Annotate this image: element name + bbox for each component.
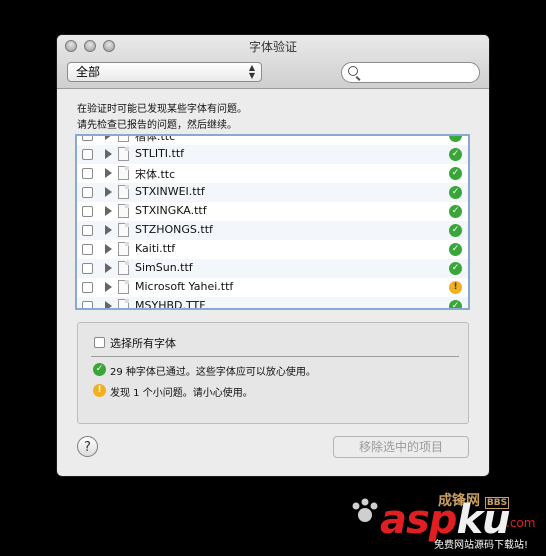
font-row[interactable]: MSYHBD.TTF ✓ — [77, 297, 468, 310]
font-row-checkbox[interactable] — [82, 149, 93, 160]
checkmark-icon: ✓ — [449, 148, 462, 161]
font-row-checkbox[interactable] — [82, 168, 93, 179]
search-icon — [348, 66, 358, 76]
font-row-checkbox[interactable] — [82, 136, 93, 141]
disclosure-triangle-icon[interactable] — [105, 301, 112, 308]
checkmark-icon: ✓ — [449, 136, 462, 142]
checkmark-icon: ✓ — [449, 300, 462, 308]
font-row-checkbox[interactable] — [82, 244, 93, 255]
title-bar: 字体验证 全部 ▲ ▼ — [57, 35, 489, 89]
font-row-checkbox[interactable] — [82, 282, 93, 293]
search-field[interactable] — [341, 62, 480, 83]
font-row[interactable]: STLITI.ttf ✓ — [77, 145, 468, 164]
font-row-checkbox[interactable] — [82, 301, 93, 308]
disclosure-triangle-icon[interactable] — [105, 136, 112, 140]
font-file-icon — [118, 204, 129, 218]
font-file-icon — [118, 185, 129, 199]
paw-logo-icon — [352, 498, 378, 522]
checkmark-icon: ✓ — [93, 363, 106, 376]
disclosure-triangle-icon[interactable] — [105, 206, 112, 216]
font-file-name: Kaiti.ttf — [135, 242, 176, 255]
font-row-checkbox[interactable] — [82, 263, 93, 274]
font-file-icon — [118, 261, 129, 275]
checkmark-icon: ✓ — [449, 243, 462, 256]
disclosure-triangle-icon[interactable] — [105, 187, 112, 197]
font-row-checkbox[interactable] — [82, 187, 93, 198]
font-file-icon — [118, 242, 129, 256]
warning-icon: ! — [449, 281, 462, 294]
font-row-checkbox[interactable] — [82, 225, 93, 236]
font-file-name: STXINWEI.ttf — [135, 185, 205, 198]
checkmark-icon: ✓ — [449, 262, 462, 275]
disclosure-triangle-icon[interactable] — [105, 149, 112, 159]
font-row[interactable]: 宋体.ttc ✓ — [77, 164, 468, 183]
problem-message-line-2: 请先检查已报告的问题，然后继续。 — [77, 120, 237, 131]
checkmark-icon: ✓ — [449, 224, 462, 237]
font-row-checkbox[interactable] — [82, 206, 93, 217]
window-title: 字体验证 — [248, 40, 297, 54]
font-list[interactable]: 楷体.ttc ✓ STLITI.ttf ✓ 宋体.ttc ✓ STXINWEI.ttf ✓ ST… — [75, 134, 470, 310]
checkmark-icon: ✓ — [449, 205, 462, 218]
font-validation-window: 字体验证 全部 ▲ ▼ 在验证时可能已发现某些字体有问题。 请先检查已报告的问题，… — [57, 35, 489, 476]
summary-divider — [91, 356, 459, 357]
font-file-icon — [118, 136, 129, 142]
problem-message-line-1: 在验证时可能已发现某些字体有问题。 — [77, 104, 247, 115]
remove-selected-button[interactable]: 移除选中的项目 — [333, 436, 469, 458]
font-file-name: SimSun.ttf — [135, 261, 193, 274]
filter-popup-value: 全部 — [76, 65, 101, 79]
disclosure-triangle-icon[interactable] — [105, 282, 112, 292]
disclosure-triangle-icon[interactable] — [105, 168, 112, 178]
font-file-name: MSYHBD.TTF — [135, 299, 206, 310]
font-file-name: STLITI.ttf — [135, 147, 185, 160]
filter-popup[interactable]: 全部 ▲ ▼ — [67, 62, 262, 82]
font-file-name: Microsoft Yahei.ttf — [135, 280, 234, 293]
font-file-icon — [118, 280, 129, 294]
checkmark-icon: ✓ — [449, 186, 462, 199]
font-file-name: STZHONGS.ttf — [135, 223, 213, 236]
watermark-tld: .com — [506, 516, 536, 530]
select-all-checkbox[interactable] — [94, 337, 105, 348]
select-all-label[interactable]: 选择所有字体 — [110, 335, 176, 351]
font-file-name: 宋体.ttc — [135, 168, 176, 181]
font-file-name: STXINGKA.ttf — [135, 204, 207, 217]
disclosure-triangle-icon[interactable] — [105, 244, 112, 254]
font-file-icon — [118, 147, 129, 161]
font-file-icon — [118, 223, 129, 237]
disclosure-triangle-icon[interactable] — [105, 225, 112, 235]
font-row[interactable]: Microsoft Yahei.ttf! — [77, 278, 468, 297]
font-row[interactable]: SimSun.ttf ✓ — [77, 259, 468, 278]
passed-summary-text: 29 种字体已通过。这些字体应可以放心使用。 — [110, 367, 316, 378]
disclosure-triangle-icon[interactable] — [105, 263, 112, 273]
font-file-name: 楷体.ttc — [135, 134, 176, 143]
watermark-slogan: 免费网站源码下载站! — [434, 540, 529, 551]
font-file-icon — [118, 166, 129, 180]
issues-summary-text: 发现 1 个小问题。请小心使用。 — [110, 388, 253, 399]
help-button[interactable]: ? — [77, 436, 98, 457]
font-row[interactable]: STZHONGS.ttf ✓ — [77, 221, 468, 240]
up-down-arrows-icon: ▲ ▼ — [248, 63, 255, 80]
font-row[interactable]: STXINWEI.ttf ✓ — [77, 183, 468, 202]
font-row[interactable]: Kaiti.ttf ✓ — [77, 240, 468, 259]
font-row[interactable]: 楷体.ttc ✓ — [77, 134, 468, 145]
font-list-rows: 楷体.ttc ✓ STLITI.ttf ✓ 宋体.ttc ✓ STXINWEI.ttf ✓ ST… — [77, 134, 468, 310]
font-row[interactable]: STXINGKA.ttf ✓ — [77, 202, 468, 221]
font-file-icon — [118, 299, 129, 308]
summary-panel: 选择所有字体 ✓ 29 种字体已通过。这些字体应可以放心使用。 ! 发现 1 个… — [77, 322, 469, 424]
checkmark-icon: ✓ — [449, 167, 462, 180]
warning-icon: ! — [93, 384, 106, 397]
